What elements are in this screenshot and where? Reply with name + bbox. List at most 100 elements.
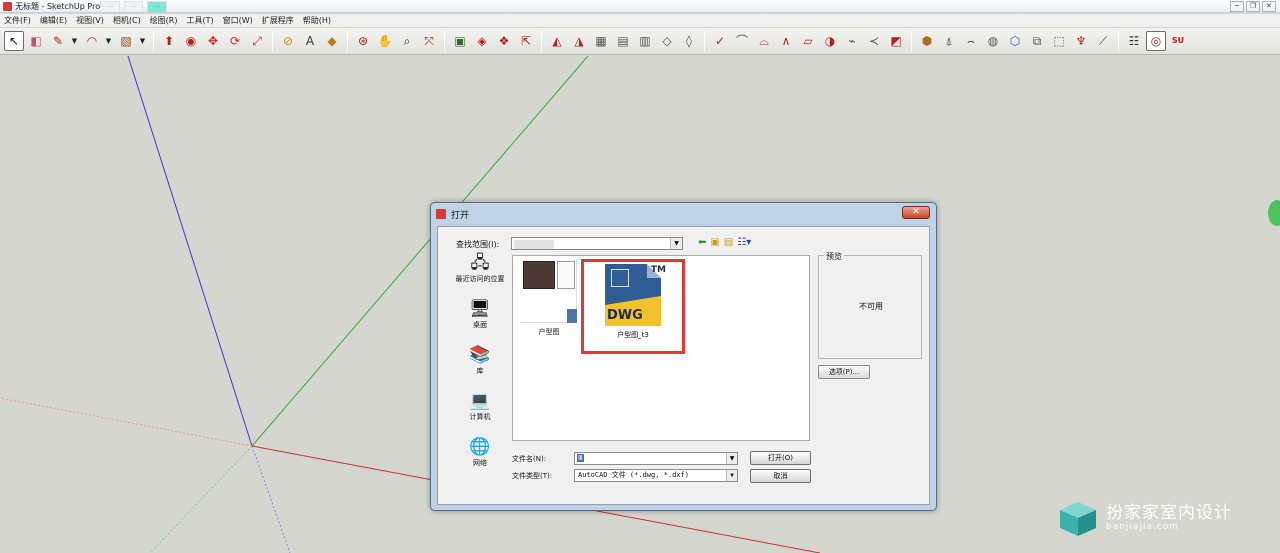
- filetype-select[interactable]: AutoCAD 文件 (*.dwg, *.dxf) ▼: [574, 469, 738, 482]
- dialog-close-button[interactable]: ✕: [902, 206, 930, 219]
- view-menu-icon[interactable]: ☷▾: [737, 237, 751, 249]
- lookin-combobox[interactable]: ▼: [511, 237, 683, 250]
- rectangle-icon[interactable]: ▧: [116, 31, 136, 51]
- components-icon[interactable]: ❖: [494, 31, 514, 51]
- menu-item[interactable]: 编辑(E): [40, 15, 67, 26]
- eraser-icon[interactable]: ◧: [26, 31, 46, 51]
- draw-6-icon[interactable]: ◑: [820, 31, 840, 51]
- text-icon[interactable]: A: [300, 31, 320, 51]
- sandbox-3-icon[interactable]: ▦: [591, 31, 611, 51]
- list-item-highlighted[interactable]: DWG TM 户型图_t3: [581, 259, 685, 354]
- sandbox-2-icon[interactable]: ◮: [569, 31, 589, 51]
- place-libraries[interactable]: 📚 库: [450, 345, 510, 389]
- chevron-down-icon[interactable]: ▼: [138, 31, 147, 51]
- ghost-tab: ...: [123, 1, 144, 12]
- pan-icon[interactable]: ✋: [375, 31, 395, 51]
- orbit-icon[interactable]: ⊛: [353, 31, 373, 51]
- menu-item[interactable]: 绘图(R): [150, 15, 178, 26]
- tool-1-icon[interactable]: ⬢: [917, 31, 937, 51]
- sandbox-5-icon[interactable]: ▥: [635, 31, 655, 51]
- axis-green-dashed-line: [149, 445, 253, 553]
- axis-blue-line: [127, 56, 253, 447]
- ext-3-icon[interactable]: SU: [1168, 31, 1188, 51]
- menu-item[interactable]: 窗口(W): [223, 15, 253, 26]
- tool-2-icon[interactable]: ⍋: [939, 31, 959, 51]
- options-button[interactable]: 选项(P)...: [818, 365, 870, 379]
- share-icon[interactable]: ◈: [472, 31, 492, 51]
- move-icon[interactable]: ✥: [203, 31, 223, 51]
- tool-8-icon[interactable]: ♆: [1071, 31, 1091, 51]
- menu-item[interactable]: 相机(C): [113, 15, 141, 26]
- follow-me-icon[interactable]: ◉: [181, 31, 201, 51]
- extensions-icon[interactable]: ⇱: [516, 31, 536, 51]
- place-recent[interactable]: 🖧 最近访问的位置: [450, 253, 510, 297]
- tool-6-icon[interactable]: ⧉: [1027, 31, 1047, 51]
- menu-item[interactable]: 文件(F): [4, 15, 31, 26]
- select-icon[interactable]: ↖: [4, 31, 24, 51]
- tool-4-icon[interactable]: ◍: [983, 31, 1003, 51]
- draw-3-icon[interactable]: ⌓: [754, 31, 774, 51]
- pencil-icon[interactable]: ✎: [48, 31, 68, 51]
- draw-2-icon[interactable]: ⌒: [732, 31, 752, 51]
- place-desktop[interactable]: 🖥 桌面: [450, 299, 510, 343]
- close-window-button[interactable]: ✕: [1262, 1, 1276, 12]
- dialog-nav-toolbar: ⬅ ▣ ▤ ☷▾: [698, 237, 751, 249]
- menu-item[interactable]: 帮助(H): [303, 15, 331, 26]
- place-computer[interactable]: 💻 计算机: [450, 391, 510, 435]
- up-folder-icon[interactable]: ▣: [710, 237, 719, 249]
- chevron-down-icon[interactable]: ▼: [104, 31, 113, 51]
- ext-1-icon[interactable]: ☷: [1124, 31, 1144, 51]
- arc-icon[interactable]: ◠: [82, 31, 102, 51]
- tool-3-icon[interactable]: ⌢: [961, 31, 981, 51]
- place-network[interactable]: 🌐 网络: [450, 437, 510, 481]
- file-name: 户型图: [538, 328, 560, 336]
- tool-9-icon[interactable]: ⟋: [1093, 31, 1113, 51]
- draw-8-icon[interactable]: ≺: [864, 31, 884, 51]
- sandbox-6-icon[interactable]: ◇: [657, 31, 677, 51]
- computer-icon: 💻: [469, 391, 491, 411]
- tape-icon[interactable]: ⊘: [278, 31, 298, 51]
- zoom-extents-icon[interactable]: ⤧: [419, 31, 439, 51]
- chevron-down-icon[interactable]: ▼: [726, 453, 737, 464]
- toolbar-separator: [911, 31, 912, 51]
- rotate-icon[interactable]: ⟳: [225, 31, 245, 51]
- new-folder-icon[interactable]: ▤: [724, 237, 733, 249]
- chevron-down-icon[interactable]: ▼: [70, 31, 79, 51]
- cancel-button[interactable]: 取消: [750, 469, 811, 483]
- maximize-button[interactable]: ❐: [1246, 1, 1260, 12]
- place-label: 桌面: [473, 321, 487, 329]
- draw-9-icon[interactable]: ◩: [886, 31, 906, 51]
- draw-4-icon[interactable]: ∧: [776, 31, 796, 51]
- draw-7-icon[interactable]: ⌁: [842, 31, 862, 51]
- draw-5-icon[interactable]: ▱: [798, 31, 818, 51]
- ext-2-icon[interactable]: ◎: [1146, 31, 1166, 51]
- warehouse-icon[interactable]: ▣: [450, 31, 470, 51]
- draw-1-icon[interactable]: ✓: [710, 31, 730, 51]
- tool-7-icon[interactable]: ⬚: [1049, 31, 1069, 51]
- place-label: 最近访问的位置: [455, 275, 505, 283]
- chevron-down-icon[interactable]: ▼: [670, 238, 682, 249]
- side-float-badge[interactable]: [1268, 200, 1280, 226]
- paint-icon[interactable]: ◆: [322, 31, 342, 51]
- zoom-icon[interactable]: ⌕: [397, 31, 417, 51]
- sandbox-7-icon[interactable]: ◊: [679, 31, 699, 51]
- filename-input[interactable]: Ⅲ ▼: [574, 452, 738, 465]
- sandbox-1-icon[interactable]: ◭: [547, 31, 567, 51]
- scale-icon[interactable]: ⤢: [247, 31, 267, 51]
- menu-item[interactable]: 扩展程序: [262, 15, 294, 26]
- push-pull-icon[interactable]: ⬆: [159, 31, 179, 51]
- back-arrow-icon[interactable]: ⬅: [698, 237, 706, 249]
- minimize-button[interactable]: ─: [1230, 1, 1244, 12]
- chevron-down-icon[interactable]: ▼: [726, 470, 737, 481]
- sketchup-app-icon: [3, 1, 12, 11]
- menu-item[interactable]: 工具(T): [187, 15, 214, 26]
- tool-5-icon[interactable]: ⬡: [1005, 31, 1025, 51]
- list-item[interactable]: 户型图: [519, 259, 579, 337]
- watermark: 扮家家室内设计 banjiajia.com: [1058, 496, 1258, 540]
- floorplan-thumbnail-icon: [521, 259, 577, 323]
- sandbox-4-icon[interactable]: ▤: [613, 31, 633, 51]
- place-label: 网络: [473, 459, 487, 467]
- open-button[interactable]: 打开(O): [750, 451, 811, 465]
- dialog-titlebar: 打开 ✕: [431, 203, 936, 225]
- menu-item[interactable]: 视图(V): [76, 15, 104, 26]
